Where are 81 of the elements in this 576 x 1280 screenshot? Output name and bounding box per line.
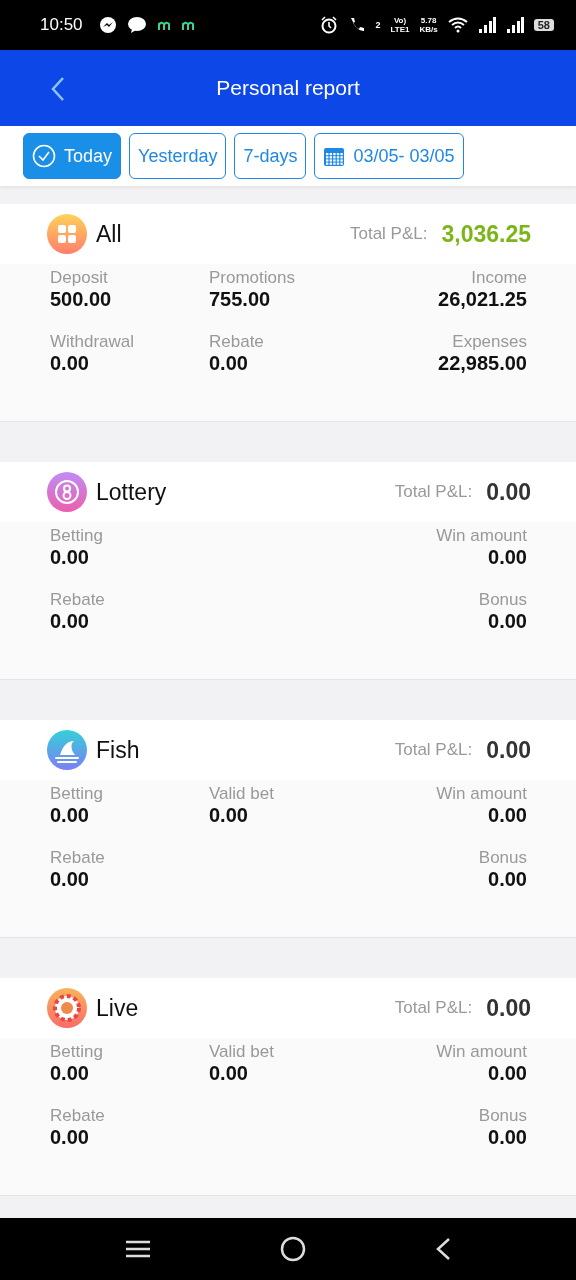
stat-label: Bonus xyxy=(478,1106,527,1126)
stat-value: 26,021.25 xyxy=(438,288,527,311)
stat-value: 0.00 xyxy=(488,1062,527,1085)
total-label: Total P&L: xyxy=(394,998,473,1018)
stat-label: Rebate xyxy=(50,1106,105,1126)
stat-value: 0.00 xyxy=(209,352,248,375)
calendar-icon xyxy=(323,145,346,167)
stat-label: Betting xyxy=(50,526,103,546)
speed-unit: KB/s xyxy=(419,25,438,34)
stat-value: 0.00 xyxy=(488,546,527,569)
section-title: Lottery xyxy=(96,478,168,506)
signal-icon xyxy=(505,17,524,33)
stat-label: Betting xyxy=(50,784,103,804)
signal-icon xyxy=(477,17,496,33)
total-value: 0.00 xyxy=(486,736,531,764)
stat-value: 755.00 xyxy=(209,288,271,311)
battery-level: 58 xyxy=(533,19,554,31)
filter-tab[interactable]: 03/05- 03/05 xyxy=(314,133,464,179)
home-icon[interactable] xyxy=(280,1236,306,1262)
stat-value: 0.00 xyxy=(50,804,89,827)
stat-value: 0.00 xyxy=(488,1126,527,1149)
stat-value: 500.00 xyxy=(50,288,112,311)
stat-label: Rebate xyxy=(209,332,264,352)
filter-tab[interactable]: Yesterday xyxy=(129,133,227,179)
stat-label: Win amount xyxy=(436,526,527,546)
wifi-icon xyxy=(447,17,468,33)
menu-icon[interactable] xyxy=(124,1239,151,1259)
speed-value: 5.78 xyxy=(420,16,437,25)
stat-label: Rebate xyxy=(50,590,105,610)
filter-tab[interactable]: 7-days xyxy=(234,133,307,179)
stat-value: 0.00 xyxy=(50,352,89,375)
stat-label: Win amount xyxy=(436,1042,527,1062)
stat-label: Betting xyxy=(50,1042,103,1062)
total-label: Total P&L: xyxy=(349,224,428,244)
page-title: Personal report xyxy=(216,76,360,100)
stat-label: Withdrawal xyxy=(50,332,135,352)
stat-value: 0.00 xyxy=(488,868,527,891)
stat-value: 0.00 xyxy=(488,804,527,827)
stat-value: 0.00 xyxy=(50,610,89,633)
grid-icon xyxy=(47,214,87,254)
stat-value: 0.00 xyxy=(488,610,527,633)
section-title: All xyxy=(96,220,123,248)
stat-label: Bonus xyxy=(478,848,527,868)
messenger-icon xyxy=(98,16,117,34)
stat-value: 22,985.00 xyxy=(438,352,527,375)
back-icon[interactable] xyxy=(435,1237,452,1261)
total-label: Total P&L: xyxy=(394,482,473,502)
stat-label: Expenses xyxy=(452,332,527,352)
stat-label: Promotions xyxy=(209,268,295,288)
stat-label: Valid bet xyxy=(209,1042,274,1062)
fin-icon xyxy=(47,730,87,770)
filter-tab[interactable]: Today xyxy=(23,133,122,179)
chip-icon xyxy=(47,988,87,1028)
app-icon xyxy=(180,19,195,31)
call-count: 2 xyxy=(375,20,381,30)
section-title: Fish xyxy=(96,736,141,764)
stat-value: 0.00 xyxy=(50,868,89,891)
total-value: 0.00 xyxy=(486,994,531,1022)
app-icon xyxy=(156,19,171,31)
stat-value: 0.00 xyxy=(209,1062,248,1085)
total-value: 3,036.25 xyxy=(441,220,531,248)
chat-bubble-icon xyxy=(126,16,147,34)
stat-label: Income xyxy=(471,268,527,288)
section-title: Live xyxy=(96,994,140,1022)
stat-label: Valid bet xyxy=(209,784,274,804)
clock-time: 10:50 xyxy=(40,15,83,35)
stat-label: Bonus xyxy=(478,590,527,610)
stat-value: 0.00 xyxy=(50,546,89,569)
stat-value: 0.00 xyxy=(50,1126,89,1149)
stat-value: 0.00 xyxy=(50,1062,89,1085)
total-value: 0.00 xyxy=(486,478,531,506)
check-icon xyxy=(32,144,56,168)
stat-value: 0.00 xyxy=(209,804,248,827)
volte-label: Vo) xyxy=(393,16,407,25)
alarm-icon xyxy=(319,16,338,34)
ball-icon xyxy=(47,472,87,512)
stat-label: Win amount xyxy=(436,784,527,804)
stat-label: Deposit xyxy=(50,268,108,288)
network-label: LTE1 xyxy=(390,25,410,34)
stat-label: Rebate xyxy=(50,848,105,868)
total-label: Total P&L: xyxy=(394,740,473,760)
